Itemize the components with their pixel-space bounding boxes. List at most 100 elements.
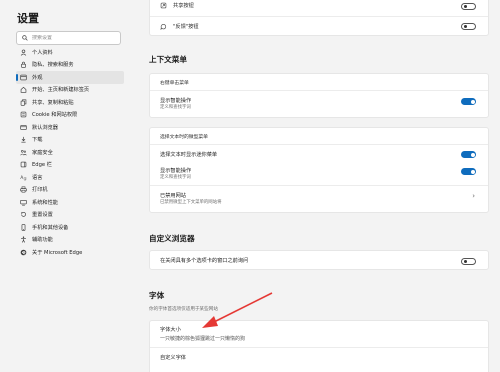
toolbar-buttons-card: 共享按钮 "反馈"按钮 — [149, 0, 489, 36]
download-icon — [20, 136, 27, 143]
sidebar-item-share-copy[interactable]: 共享、复制和粘贴 — [16, 96, 124, 109]
sidebar-item-downloads[interactable]: 下载 — [16, 134, 124, 147]
sidebar-item-cookies[interactable]: Cookie 和网站权限 — [16, 109, 124, 122]
sidebar-item-label: 打印机 — [32, 187, 48, 194]
sidebar-item-label: 手机和其他设备 — [32, 224, 69, 231]
smart-actions-desc: 定义和查找字词 — [160, 105, 191, 110]
sidebar-item-label: 默认浏览器 — [32, 124, 58, 131]
mini-menu-label: 选择文本时显示迷你菜单 — [160, 152, 218, 158]
text-select-smart-actions-row[interactable]: 显示智能操作 定义和查找字词 — [150, 162, 488, 184]
chevron-right-icon: › — [472, 192, 475, 200]
share-button-icon — [160, 2, 167, 9]
sidebar-item-label: 家庭安全 — [32, 149, 53, 156]
customize-browser-title: 自定义浏览器 — [149, 234, 195, 243]
edge-bar-icon — [20, 161, 27, 168]
close-tabs-warning-toggle[interactable] — [461, 257, 476, 265]
sidebar-item-label: 重置设置 — [32, 212, 53, 219]
sidebar-item-edge-bar[interactable]: Edge 栏 — [16, 159, 124, 172]
language-icon: A字 — [20, 174, 27, 181]
sidebar-item-language[interactable]: A字 语言 — [16, 171, 124, 184]
disabled-sites-row[interactable]: 已禁用网站 已禁用微型上下文菜单的网站将 › — [150, 185, 488, 213]
sidebar-item-label: Edge 栏 — [32, 162, 52, 169]
sidebar-item-label: 关于 Microsoft Edge — [32, 249, 83, 256]
text-select-smart-actions-toggle[interactable] — [461, 168, 476, 175]
right-click-smart-actions-toggle[interactable] — [461, 98, 476, 105]
font-size-preview: 一只敏捷的棕色狐狸跳过一只懒惰的狗 — [160, 336, 246, 342]
cookie-icon — [20, 111, 27, 118]
feedback-button-icon — [160, 23, 167, 30]
right-click-menu-card: 右键单击菜单 显示智能操作 定义和查找字词 — [149, 73, 489, 118]
family-icon — [20, 149, 27, 156]
sidebar-item-appearance[interactable]: 外观 — [16, 71, 124, 84]
disabled-sites-label: 已禁用网站 — [160, 193, 186, 199]
right-click-menu-heading: 右键单击菜单 — [160, 81, 189, 86]
text-select-menu-heading: 选择文本时的微型菜单 — [160, 135, 208, 140]
home-icon — [20, 86, 27, 93]
share-icon — [20, 99, 27, 106]
lock-icon — [20, 61, 27, 68]
sidebar-item-label: 系统和性能 — [32, 199, 58, 206]
close-tabs-warning-label: 在关闭具有多个选项卡的窗口之前询问 — [160, 258, 249, 264]
feedback-button-row[interactable]: "反馈"按钮 — [150, 16, 488, 36]
text-select-menu-card: 选择文本时的微型菜单 选择文本时显示迷你菜单 显示智能操作 定义和查找字词 已禁… — [149, 127, 489, 213]
fonts-title: 字体 — [149, 291, 165, 300]
share-button-row[interactable]: 共享按钮 — [150, 0, 488, 16]
sidebar-item-label: 辅助功能 — [32, 237, 53, 244]
person-icon — [20, 49, 27, 56]
settings-sidebar: 设置 个人资料 隐私、搜索和服务 外观 开始、主页和新建标签页 共享、复制和粘贴 — [0, 0, 132, 370]
settings-content: 共享按钮 "反馈"按钮 上下文菜单 右键单击菜单 显示智能操作 定义和查找字词 … — [139, 0, 500, 372]
share-button-toggle[interactable] — [461, 2, 476, 10]
font-size-label: 字体大小 — [160, 327, 181, 333]
font-size-row[interactable]: 字体大小 一只敏捷的棕色狐狸跳过一只懒惰的狗 — [150, 321, 488, 347]
svg-text:字: 字 — [24, 176, 27, 181]
feedback-button-toggle[interactable] — [461, 23, 476, 30]
sidebar-item-printers[interactable]: 打印机 — [16, 184, 124, 197]
browser-icon — [20, 124, 27, 131]
sidebar-item-label: 共享、复制和粘贴 — [32, 99, 74, 106]
edge-logo-icon — [20, 249, 27, 256]
sidebar-item-family[interactable]: 家庭安全 — [16, 146, 124, 159]
smart-actions-label: 显示智能操作 — [160, 168, 192, 174]
sidebar-item-start-home[interactable]: 开始、主页和新建标签页 — [16, 84, 124, 97]
customize-browser-card: 在关闭具有多个选项卡的窗口之前询问 — [149, 250, 489, 270]
mini-menu-row[interactable]: 选择文本时显示迷你菜单 — [150, 144, 488, 162]
system-icon — [20, 199, 27, 206]
search-input[interactable] — [28, 35, 112, 41]
feedback-button-label: "反馈"按钮 — [173, 23, 199, 30]
reset-icon — [20, 211, 27, 218]
accessibility-icon — [20, 236, 27, 243]
context-menu-title: 上下文菜单 — [149, 55, 187, 64]
custom-fonts-row[interactable]: 自定义字体 — [150, 347, 488, 371]
sidebar-item-profile[interactable]: 个人资料 — [16, 46, 124, 59]
fonts-card: 字体大小 一只敏捷的棕色狐狸跳过一只懒惰的狗 自定义字体 — [149, 320, 489, 372]
sidebar-item-label: Cookie 和网站权限 — [32, 112, 78, 119]
sidebar-item-about[interactable]: 关于 Microsoft Edge — [16, 246, 124, 259]
disabled-sites-desc: 已禁用微型上下文菜单的网站将 — [160, 200, 222, 205]
fonts-desc: 你的字体首选项仅适用于某些网站 — [149, 307, 218, 312]
smart-actions-label: 显示智能操作 — [160, 98, 192, 104]
right-click-smart-actions-row[interactable]: 显示智能操作 定义和查找字词 — [150, 90, 488, 118]
printer-icon — [20, 186, 27, 193]
sidebar-item-accessibility[interactable]: 辅助功能 — [16, 234, 124, 247]
search-box[interactable] — [16, 31, 121, 45]
sidebar-item-label: 语言 — [32, 174, 43, 181]
mini-menu-toggle[interactable] — [461, 151, 476, 158]
phone-icon — [20, 223, 27, 231]
close-tabs-warning-row[interactable]: 在关闭具有多个选项卡的窗口之前询问 — [150, 251, 488, 271]
share-button-label: 共享按钮 — [173, 3, 194, 9]
custom-fonts-label: 自定义字体 — [160, 355, 186, 361]
settings-title: 设置 — [17, 12, 39, 25]
sidebar-item-phone[interactable]: 手机和其他设备 — [16, 221, 124, 234]
settings-nav: 个人资料 隐私、搜索和服务 外观 开始、主页和新建标签页 共享、复制和粘贴 Co… — [16, 46, 124, 259]
sidebar-item-label: 外观 — [32, 74, 43, 81]
sidebar-item-reset[interactable]: 重置设置 — [16, 209, 124, 222]
sidebar-item-system[interactable]: 系统和性能 — [16, 196, 124, 209]
sidebar-item-privacy[interactable]: 隐私、搜索和服务 — [16, 59, 124, 72]
sidebar-item-default-browser[interactable]: 默认浏览器 — [16, 121, 124, 134]
sidebar-item-label: 下载 — [32, 137, 43, 144]
smart-actions-desc: 定义和查找字词 — [160, 175, 191, 180]
appearance-icon — [20, 74, 27, 81]
sidebar-item-label: 个人资料 — [32, 49, 53, 56]
sidebar-item-label: 隐私、搜索和服务 — [32, 62, 74, 69]
sidebar-item-label: 开始、主页和新建标签页 — [32, 87, 90, 94]
